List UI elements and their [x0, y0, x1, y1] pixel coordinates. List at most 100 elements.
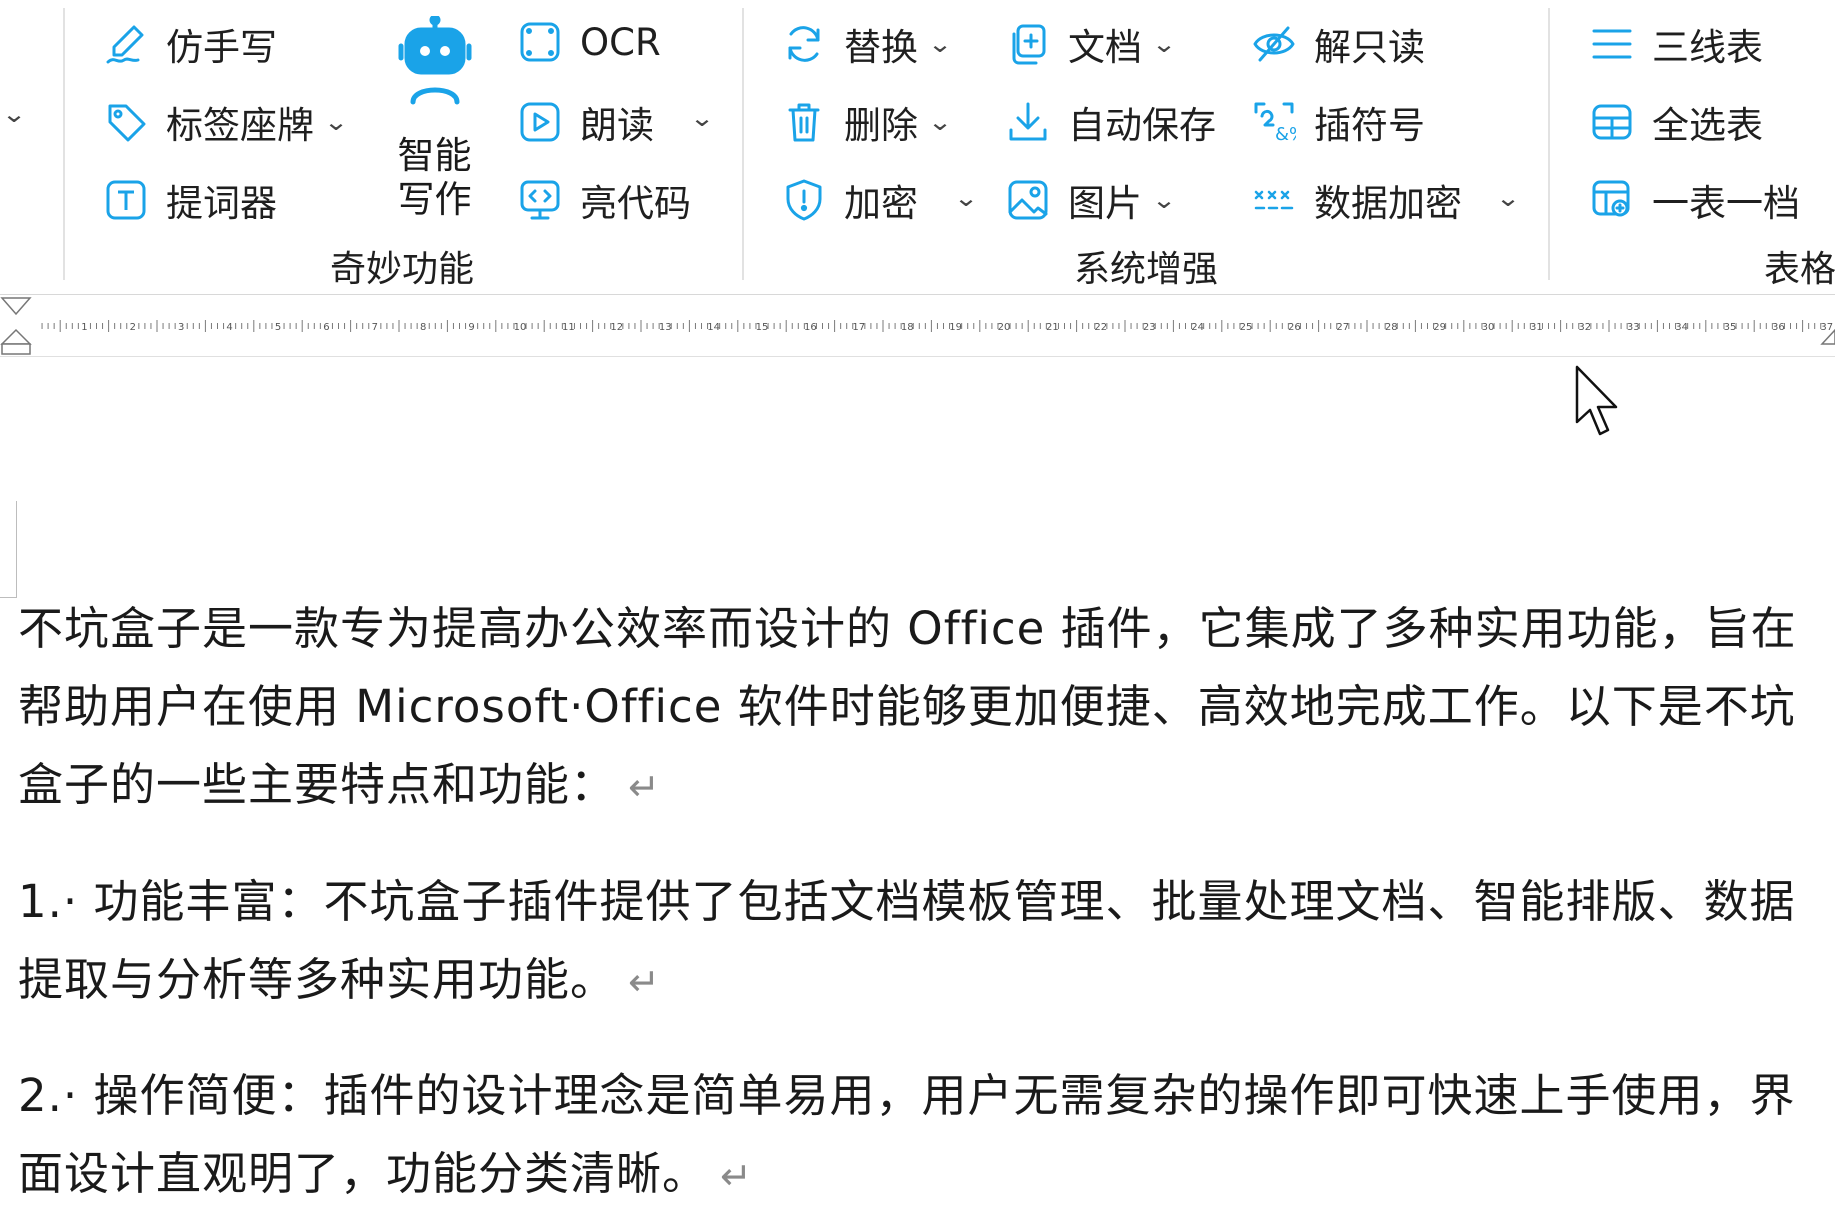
ruler-number: 32	[1578, 322, 1591, 333]
shield-icon	[782, 178, 826, 222]
first-line-indent-marker[interactable]	[0, 297, 32, 316]
paragraph-mark: ↵	[628, 765, 661, 809]
document-copy-icon	[1006, 22, 1050, 66]
left-indent-box[interactable]	[1, 343, 31, 355]
ruler-number: 2	[130, 322, 136, 333]
ruler-number: 11	[562, 322, 575, 333]
ruler-number: 28	[1385, 322, 1398, 333]
chevron-down-icon[interactable]: ⌄	[1, 100, 26, 128]
ruler-scale: 1 2 3 4 5 6 7 8 9 10 11 12 13 14 15 16 17 18 19 20 21 22 23 24 2…	[0, 297, 1835, 355]
ruler-number: 10	[514, 322, 527, 333]
paragraph-3[interactable]: 2.· 操作简便：插件的设计理念是简单易用，用户无需复杂的操作即可快速上手使用，…	[18, 1057, 1828, 1215]
image-button[interactable]: 图片 ⌄	[1006, 170, 1177, 230]
ruler-number: 29	[1433, 322, 1446, 333]
ruler-number: 16	[804, 322, 817, 333]
data-encrypt-button[interactable]: 数据加密	[1252, 170, 1462, 230]
svg-text:&%: &%	[1275, 124, 1296, 144]
chevron-down-icon[interactable]: ⌄	[927, 108, 952, 136]
three-line-table-icon	[1590, 22, 1634, 66]
handwriting-pen-icon	[104, 22, 148, 66]
read-aloud-icon	[518, 100, 562, 144]
unlock-eye-icon	[1252, 22, 1296, 66]
chevron-down-icon[interactable]: ⌄	[927, 30, 952, 58]
replace-icon	[782, 22, 826, 66]
document-button[interactable]: 文档 ⌄	[1006, 14, 1177, 74]
teleprompter-button[interactable]: 提词器	[104, 170, 277, 230]
group-label-table: 表格	[1764, 249, 1835, 290]
paragraph-2[interactable]: 1.· 功能丰富：不坑盒子插件提供了包括文档模板管理、批量处理文档、智能排版、数…	[18, 863, 1828, 1021]
ruler-number: 30	[1482, 322, 1495, 333]
ruler-number: 35	[1724, 322, 1737, 333]
ruler-number: 5	[275, 322, 281, 333]
ocr-button[interactable]: OCR	[518, 12, 661, 72]
chevron-down-icon[interactable]: ⌄	[323, 108, 348, 136]
ruler-number: 1	[81, 322, 87, 333]
code-highlight-button[interactable]: 亮代码	[518, 170, 691, 230]
ruler-number: 19	[949, 322, 962, 333]
robot-icon	[395, 14, 475, 110]
ruler-number: 8	[420, 322, 426, 333]
data-mask-icon	[1252, 178, 1296, 222]
select-table-icon	[1590, 100, 1634, 144]
ruler-number: 12	[610, 322, 623, 333]
one-table-one-file-button[interactable]: 一表一档	[1590, 170, 1800, 230]
autosave-button[interactable]: 自动保存	[1006, 92, 1216, 152]
ruler-number: 27	[1336, 322, 1349, 333]
margin-corner-mark	[0, 501, 17, 598]
select-all-tables-button[interactable]: 全选表	[1590, 92, 1763, 152]
mouse-cursor-icon	[1575, 365, 1618, 436]
group-separator	[1548, 8, 1550, 280]
encrypt-button[interactable]: 加密	[782, 170, 918, 230]
paragraph-mark: ↵	[720, 1154, 753, 1198]
chevron-down-icon[interactable]: ⌄	[1151, 186, 1176, 214]
table-export-icon	[1590, 178, 1634, 222]
download-save-icon	[1006, 100, 1050, 144]
ruler-number: 14	[707, 322, 720, 333]
ruler-number: 9	[468, 322, 474, 333]
symbol-insert-icon: &%	[1252, 100, 1296, 144]
paragraph-mark: ↵	[628, 960, 661, 1004]
ruler-number: 23	[1143, 322, 1156, 333]
ruler-number: 17	[852, 322, 865, 333]
unlock-readonly-button[interactable]: 解只读	[1252, 14, 1425, 74]
chevron-down-icon[interactable]: ⌄	[1495, 184, 1520, 212]
ruler-number: 13	[659, 322, 672, 333]
ruler-number: 3	[178, 322, 184, 333]
ruler-number: 20	[998, 322, 1011, 333]
group-separator	[742, 8, 744, 280]
ocr-icon	[518, 20, 562, 64]
delete-button[interactable]: 删除 ⌄	[782, 92, 953, 152]
ruler-number: 18	[901, 322, 914, 333]
tag-icon	[104, 100, 148, 144]
read-aloud-button[interactable]: 朗读	[518, 92, 654, 152]
teleprompter-icon	[104, 178, 148, 222]
ruler-number: 22	[1094, 322, 1107, 333]
image-icon	[1006, 178, 1050, 222]
three-line-table-button[interactable]: 三线表	[1590, 14, 1763, 74]
group-label-magic: 奇妙功能	[330, 249, 475, 290]
ribbon: ⌄ 仿手写 标签座牌 ⌄ 提词器 智能 写作 OCR 朗读 ⌄ 亮代码 奇妙功能…	[0, 0, 1835, 295]
left-indent-marker[interactable]	[0, 328, 32, 345]
chevron-down-icon[interactable]: ⌄	[953, 184, 978, 212]
replace-button[interactable]: 替换 ⌄	[782, 14, 953, 74]
group-label-system: 系统增强	[1074, 249, 1219, 290]
insert-symbol-button[interactable]: &% 插符号	[1252, 92, 1425, 152]
chevron-down-icon[interactable]: ⌄	[689, 104, 714, 132]
paragraph-1[interactable]: 不坑盒子是一款专为提高办公效率而设计的 Office 插件，它集成了多种实用功能…	[18, 590, 1828, 826]
smart-writing-button[interactable]: 智能 写作	[392, 14, 477, 226]
code-highlight-icon	[518, 178, 562, 222]
ruler-number: 31	[1530, 322, 1543, 333]
handwriting-button[interactable]: 仿手写	[104, 14, 277, 74]
ruler-number: 21	[1046, 322, 1059, 333]
ruler-number: 24	[1191, 322, 1204, 333]
chevron-down-icon[interactable]: ⌄	[1151, 30, 1176, 58]
horizontal-ruler[interactable]: 1 2 3 4 5 6 7 8 9 10 11 12 13 14 15 16 17 18 19 20 21 22 23 24 2…	[0, 296, 1835, 357]
tag-seat-card-button[interactable]: 标签座牌 ⌄	[104, 92, 349, 152]
ruler-number: 25	[1240, 322, 1253, 333]
ruler-number: 15	[756, 322, 769, 333]
document-page[interactable]: 不坑盒子是一款专为提高办公效率而设计的 Office 插件，它集成了多种实用功能…	[0, 357, 1835, 1217]
group-separator	[63, 8, 65, 280]
ruler-number: 26	[1288, 322, 1301, 333]
ruler-number: 6	[323, 322, 329, 333]
ruler-number: 7	[372, 322, 378, 333]
